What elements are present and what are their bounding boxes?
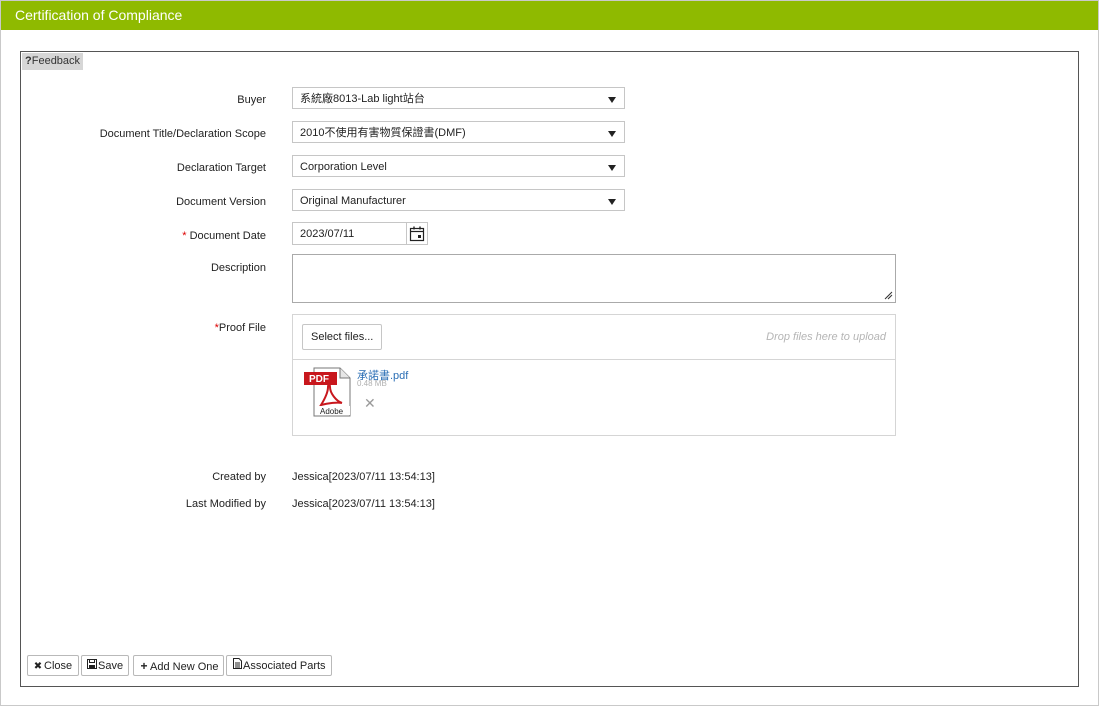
file-upload-area[interactable]: Select files... Drop files here to uploa… (292, 314, 896, 436)
window-title: Certification of Compliance (1, 1, 1098, 30)
chevron-down-icon (608, 199, 616, 205)
save-button-label: Save (98, 660, 124, 672)
declaration-target-value: Corporation Level (300, 161, 387, 173)
document-date-field[interactable]: 2023/07/11 (292, 222, 428, 245)
description-label: Description (210, 262, 266, 274)
document-version-select[interactable]: Original Manufacturer (292, 189, 625, 211)
chevron-down-icon (608, 165, 616, 171)
file-size: 0.48 MB (357, 379, 387, 388)
last-modified-by-value: Jessica[2023/07/11 13:54:13] (292, 498, 435, 510)
calendar-icon (409, 226, 425, 242)
associated-parts-button-label: Associated Parts (243, 660, 326, 672)
chevron-down-icon (608, 131, 616, 137)
close-button-label: Close (44, 660, 73, 672)
buyer-select[interactable]: 系統廠8013-Lab light站台 (292, 87, 625, 109)
certification-window: Certification of Compliance ?Feedback Bu… (0, 0, 1099, 706)
plus-icon: + (140, 659, 148, 673)
pdf-badge-text: PDF (309, 374, 329, 385)
document-date-value: 2023/07/11 (300, 228, 355, 240)
description-textarea[interactable] (292, 254, 896, 303)
document-date-label: * Document Date (6, 230, 266, 242)
upload-header: Select files... Drop files here to uploa… (293, 315, 895, 360)
close-icon: ✕ (364, 395, 376, 411)
document-date-label-text: Document Date (186, 230, 266, 242)
adobe-brand-text: Adobe (320, 407, 344, 416)
document-version-value: Original Manufacturer (300, 195, 406, 207)
question-icon: ? (25, 55, 32, 67)
document-icon (231, 656, 243, 677)
close-button[interactable]: ✖ Close (27, 655, 79, 676)
document-title-label: Document Title/Declaration Scope (99, 128, 266, 140)
last-modified-by-label: Last Modified by (185, 498, 266, 510)
proof-file-label: *Proof File (6, 322, 266, 334)
buyer-value: 系統廠8013-Lab light站台 (300, 93, 425, 105)
remove-file-button[interactable]: ✕ (364, 395, 376, 412)
resize-grip-icon[interactable] (884, 291, 893, 300)
save-button[interactable]: Save (81, 655, 129, 676)
select-files-button[interactable]: Select files... (302, 324, 383, 350)
drop-hint: Drop files here to upload (766, 331, 886, 343)
document-title-value: 2010不使用有害物質保證書(DMF) (300, 127, 466, 139)
document-version-label: Document Version (176, 196, 266, 208)
chevron-down-icon (608, 97, 616, 103)
floppy-disk-icon (86, 656, 98, 677)
declaration-target-label: Declaration Target (176, 162, 266, 174)
feedback-label: Feedback (31, 55, 81, 67)
add-new-button-label: Add New One (150, 661, 219, 673)
declaration-target-select[interactable]: Corporation Level (292, 155, 625, 177)
feedback-button[interactable]: ?Feedback (22, 53, 84, 70)
form-panel: ?Feedback Buyer 系統廠8013-Lab light站台 Docu… (20, 51, 1079, 687)
close-icon: ✖ (33, 661, 43, 672)
document-title-select[interactable]: 2010不使用有害物質保證書(DMF) (292, 121, 625, 143)
associated-parts-button[interactable]: Associated Parts (226, 655, 332, 676)
pdf-file-icon: PDF Adobe (304, 367, 351, 417)
add-new-button[interactable]: + Add New One (133, 655, 224, 676)
buyer-label: Buyer (237, 94, 266, 106)
calendar-button[interactable] (406, 223, 427, 244)
created-by-value: Jessica[2023/07/11 13:54:13] (292, 471, 435, 483)
proof-file-label-text: Proof File (218, 322, 266, 334)
created-by-label: Created by (212, 471, 266, 483)
